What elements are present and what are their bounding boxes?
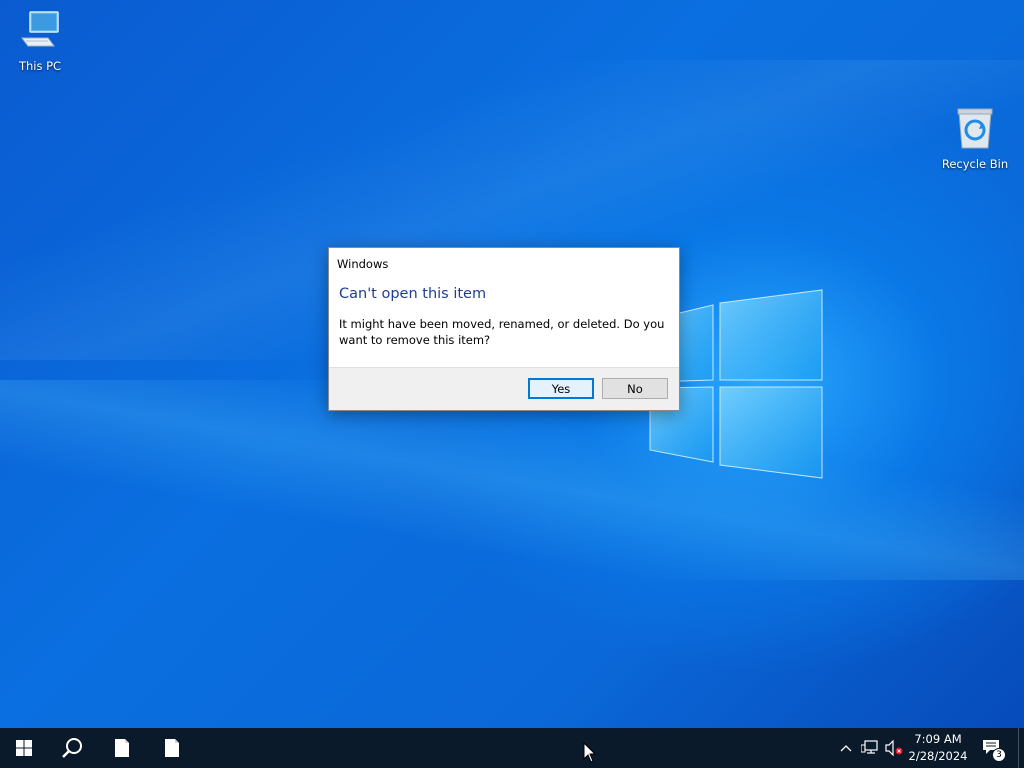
network-button[interactable] [860,738,880,758]
clock[interactable]: 7:09 AM 2/28/2024 [906,731,970,765]
document-icon [165,739,179,757]
action-center-button[interactable]: 3 [978,736,1008,762]
document-icon [115,739,129,757]
clock-time: 7:09 AM [914,732,962,746]
volume-muted-icon [885,740,903,756]
desktop-icon-label: This PC [18,59,62,73]
computer-icon [21,11,59,47]
dialog-footer: Yes No [329,367,679,410]
desktop-icon-this-pc[interactable]: This PC [0,8,80,73]
desktop-icon-recycle-bin[interactable]: Recycle Bin [935,106,1015,171]
taskbar: 7:09 AM 2/28/2024 3 [0,728,1024,768]
message-dialog: Windows Can't open this item It might ha… [328,247,680,411]
mouse-cursor-icon [583,742,597,763]
dialog-message: It might have been moved, renamed, or de… [339,317,665,347]
show-hidden-icons-button[interactable] [836,738,856,758]
recycle-bin-icon [957,108,993,149]
dialog-heading: Can't open this item [339,286,487,302]
no-button[interactable]: No [602,378,668,399]
taskbar-file-button[interactable] [98,728,146,768]
taskbar-file-button[interactable] [148,728,196,768]
yes-button[interactable]: Yes [528,378,594,399]
network-icon [861,740,878,754]
desktop-icon-label: Recycle Bin [941,157,1009,171]
chevron-up-icon [840,745,852,752]
notification-count-badge: 3 [992,748,1006,762]
search-button[interactable] [48,728,96,768]
volume-button[interactable] [884,738,904,758]
start-button[interactable] [0,728,48,768]
clock-date: 2/28/2024 [908,749,968,763]
windows-logo-icon [16,740,32,756]
show-desktop-button[interactable] [1018,728,1024,768]
search-icon [62,738,82,758]
dialog-title: Windows [337,257,389,271]
